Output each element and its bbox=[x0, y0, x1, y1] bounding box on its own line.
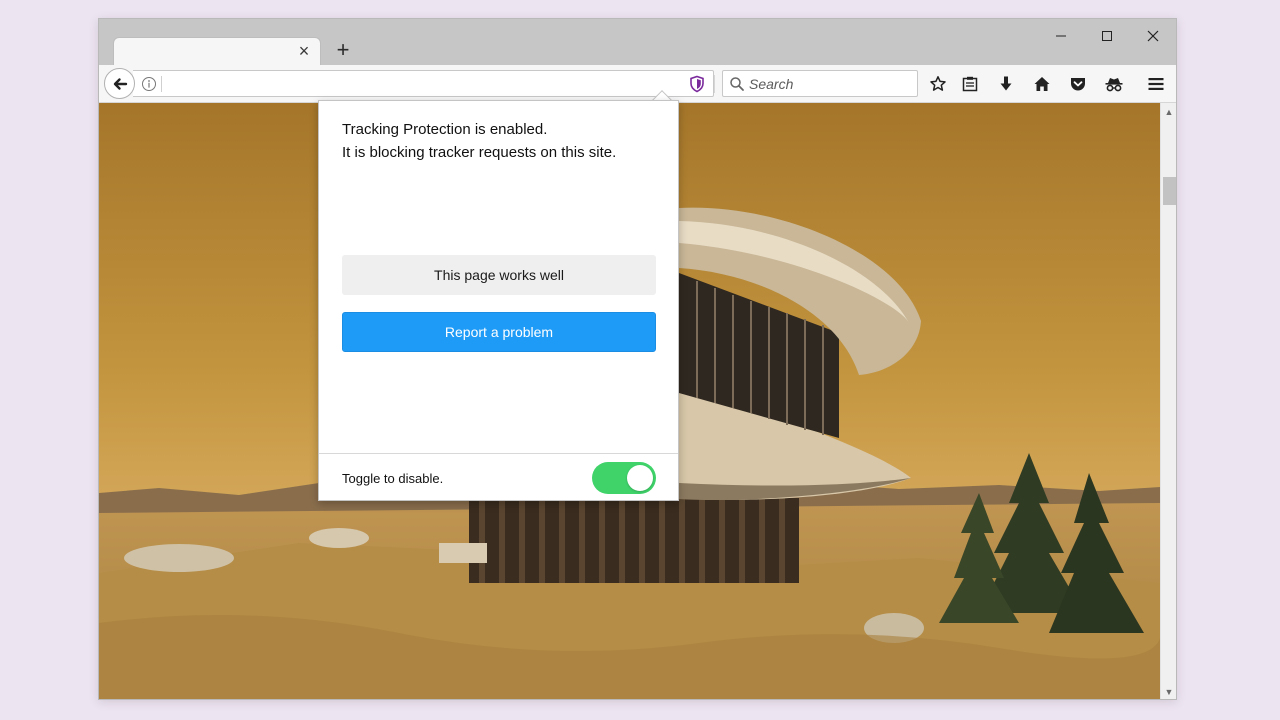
popup-footer: Toggle to disable. bbox=[319, 453, 678, 502]
private-browsing-button[interactable] bbox=[1104, 74, 1124, 94]
info-icon[interactable] bbox=[141, 76, 157, 92]
maximize-icon bbox=[1102, 31, 1112, 41]
incognito-icon bbox=[1105, 78, 1123, 92]
downloads-button[interactable] bbox=[996, 74, 1016, 94]
popup-status-text: Tracking Protection is enabled. bbox=[342, 121, 548, 138]
navigation-bar bbox=[99, 65, 1176, 103]
tracking-protection-popup: Tracking Protection is enabled. It is bl… bbox=[318, 100, 679, 501]
url-divider bbox=[161, 76, 162, 92]
tab-close-icon[interactable]: × bbox=[294, 41, 314, 61]
close-icon bbox=[1147, 30, 1159, 42]
menu-button[interactable] bbox=[1146, 74, 1166, 94]
maximize-button[interactable] bbox=[1092, 25, 1122, 47]
toggle-knob bbox=[627, 465, 653, 491]
reading-list-icon bbox=[962, 76, 978, 92]
page-works-button[interactable]: This page works well bbox=[342, 255, 656, 295]
star-icon bbox=[930, 76, 946, 91]
reading-list-button[interactable] bbox=[960, 74, 980, 94]
popup-detail-text: It is blocking tracker requests on this … bbox=[342, 144, 617, 161]
tracking-protection-toggle[interactable] bbox=[592, 462, 656, 494]
minimize-button[interactable] bbox=[1046, 25, 1076, 47]
new-tab-button[interactable]: + bbox=[331, 37, 355, 62]
minimize-icon bbox=[1056, 35, 1066, 37]
back-arrow-icon bbox=[113, 77, 127, 90]
tracking-shield-icon[interactable] bbox=[688, 75, 706, 93]
hamburger-menu-icon bbox=[1148, 78, 1164, 90]
url-bar bbox=[133, 70, 738, 97]
bookmark-star-button[interactable] bbox=[928, 74, 948, 94]
scroll-up-arrow-icon[interactable]: ▲ bbox=[1164, 107, 1174, 117]
pocket-icon bbox=[1071, 78, 1085, 91]
search-bar bbox=[722, 70, 918, 97]
home-icon bbox=[1034, 77, 1050, 91]
back-button[interactable] bbox=[104, 68, 135, 99]
toggle-label: Toggle to disable. bbox=[342, 471, 444, 486]
scroll-thumb[interactable] bbox=[1163, 177, 1176, 205]
browser-tab[interactable]: × bbox=[113, 37, 321, 65]
close-window-button[interactable] bbox=[1138, 25, 1168, 47]
report-problem-button[interactable]: Report a problem bbox=[342, 312, 656, 352]
search-icon bbox=[730, 77, 744, 91]
home-button[interactable] bbox=[1032, 74, 1052, 94]
pocket-button[interactable] bbox=[1068, 74, 1088, 94]
title-bar: × + bbox=[99, 19, 1176, 65]
search-input[interactable] bbox=[749, 74, 909, 94]
download-icon bbox=[1000, 76, 1012, 91]
scroll-down-arrow-icon[interactable]: ▼ bbox=[1164, 687, 1174, 697]
vertical-scrollbar[interactable]: ▲ ▼ bbox=[1160, 103, 1176, 699]
url-input[interactable] bbox=[165, 74, 645, 94]
url-divider-2 bbox=[714, 75, 715, 93]
